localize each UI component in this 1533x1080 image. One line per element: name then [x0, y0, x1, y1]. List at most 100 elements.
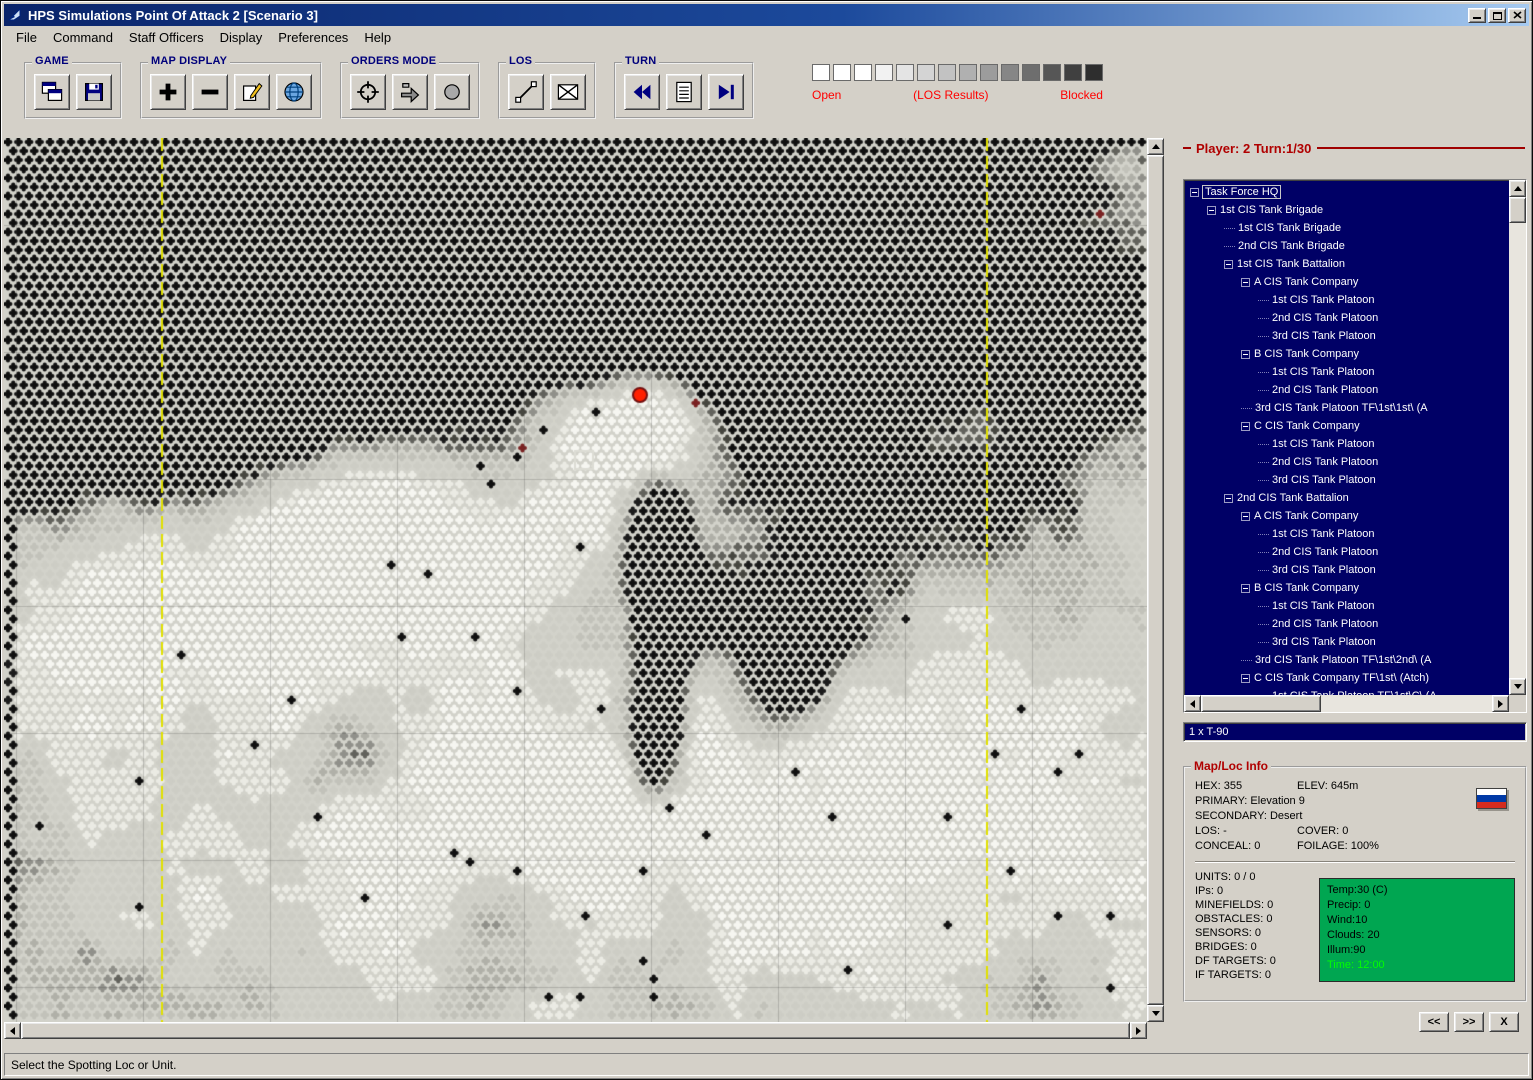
expand-toggle-icon[interactable] [1241, 350, 1250, 359]
toolbar-group-map-display: MAP DISPLAY [140, 62, 322, 119]
expand-toggle-icon[interactable] [1241, 422, 1250, 431]
tree-item[interactable]: 3rd CIS Tank Platoon [1184, 471, 1509, 489]
app-icon [7, 7, 23, 23]
tree-item[interactable]: Task Force HQ [1184, 183, 1509, 201]
save-button[interactable] [76, 74, 112, 110]
expand-toggle-icon[interactable] [1241, 674, 1250, 683]
map-vertical-scrollbar[interactable] [1147, 138, 1164, 1022]
tree-item[interactable]: B CIS Tank Company [1184, 345, 1509, 363]
expand-toggle-icon[interactable] [1241, 584, 1250, 593]
tree-item[interactable]: B CIS Tank Company [1184, 579, 1509, 597]
scroll-left-button[interactable] [4, 1022, 21, 1039]
tree-item[interactable]: 3rd CIS Tank Platoon TF\1st\1st\ (A [1184, 399, 1509, 417]
tree-vertical-scrollbar[interactable] [1509, 180, 1526, 695]
tree-item[interactable]: 1st CIS Tank Platoon [1184, 435, 1509, 453]
prev-unit-button[interactable]: << [1419, 1012, 1449, 1032]
tree-item[interactable]: 3rd CIS Tank Platoon [1184, 561, 1509, 579]
tree-item[interactable]: 2nd CIS Tank Platoon [1184, 615, 1509, 633]
loc-stat: UNITS: 0 / 0 [1195, 870, 1319, 884]
next-unit-button[interactable]: >> [1454, 1012, 1484, 1032]
tree-item[interactable]: 1st CIS Tank Brigade [1184, 219, 1509, 237]
target-order-button[interactable] [350, 74, 386, 110]
tree-scroll-right-button[interactable] [1492, 695, 1509, 712]
expand-toggle-icon[interactable] [1224, 260, 1233, 269]
los-line-button[interactable] [508, 74, 544, 110]
tree-item[interactable]: C CIS Tank Company [1184, 417, 1509, 435]
tree-item[interactable]: A CIS Tank Company [1184, 507, 1509, 525]
tree-item[interactable]: 1st CIS Tank Platoon [1184, 597, 1509, 615]
tree-item[interactable]: 2nd CIS Tank Platoon [1184, 309, 1509, 327]
tree-item[interactable]: 2nd CIS Tank Brigade [1184, 237, 1509, 255]
tree-item[interactable]: 2nd CIS Tank Platoon [1184, 381, 1509, 399]
expand-toggle-icon[interactable] [1224, 494, 1233, 503]
tree-item[interactable]: 1st CIS Tank Battalion [1184, 255, 1509, 273]
tree-item[interactable]: 2nd CIS Tank Platoon [1184, 453, 1509, 471]
title-bar: HPS Simulations Point Of Attack 2 [Scena… [4, 4, 1529, 26]
tree-horizontal-scrollbar[interactable] [1184, 695, 1509, 712]
maximize-button[interactable] [1488, 8, 1506, 23]
legend-swatch [980, 64, 998, 81]
los-legend-swatches [812, 64, 1103, 81]
tree-hscroll-thumb[interactable] [1201, 695, 1321, 712]
tree-item[interactable]: 1st CIS Tank Brigade [1184, 201, 1509, 219]
elev-value: ELEV: 645m [1297, 780, 1358, 795]
tree-item[interactable]: 3rd CIS Tank Platoon [1184, 327, 1509, 345]
tree-vscroll-thumb[interactable] [1509, 197, 1526, 223]
tree-item[interactable]: 1st CIS Tank Platoon [1184, 363, 1509, 381]
expand-toggle-icon[interactable] [1190, 188, 1199, 197]
menu-file[interactable]: File [8, 27, 45, 48]
tree-vscroll-track[interactable] [1509, 223, 1526, 678]
menu-staff-officers[interactable]: Staff Officers [121, 27, 212, 48]
tree-scroll-up-button[interactable] [1509, 180, 1526, 197]
close-button[interactable] [1508, 8, 1526, 23]
tree-item[interactable]: 1st CIS Tank Platoon TF\1st\C\ (A [1184, 687, 1509, 695]
world-view-button[interactable] [276, 74, 312, 110]
tree-item[interactable]: 3rd CIS Tank Platoon [1184, 633, 1509, 651]
tree-item[interactable]: C CIS Tank Company TF\1st\ (Atch) [1184, 669, 1509, 687]
tree-item-label: 2nd CIS Tank Battalion [1237, 492, 1349, 504]
zoom-in-button[interactable] [150, 74, 186, 110]
map-hscroll-thumb[interactable] [21, 1022, 1130, 1039]
zoom-out-button[interactable] [192, 74, 228, 110]
tree-item[interactable]: A CIS Tank Company [1184, 273, 1509, 291]
tree-item[interactable]: 2nd CIS Tank Battalion [1184, 489, 1509, 507]
tree-item[interactable]: 3rd CIS Tank Platoon TF\1st\2nd\ (A [1184, 651, 1509, 669]
map-vscroll-thumb[interactable] [1147, 155, 1164, 1005]
loc-stat: OBSTACLES: 0 [1195, 912, 1319, 926]
tree-scroll-down-button[interactable] [1509, 678, 1526, 695]
minimize-button[interactable] [1468, 8, 1486, 23]
tree-item-label: 2nd CIS Tank Platoon [1272, 546, 1378, 558]
new-scenario-icon [40, 80, 64, 104]
legend-swatch [833, 64, 851, 81]
expand-toggle-icon[interactable] [1241, 512, 1250, 521]
menu-help[interactable]: Help [356, 27, 399, 48]
tree-hscroll-track[interactable] [1321, 695, 1492, 712]
group-label: TURN [622, 55, 659, 67]
close-panel-button[interactable]: X [1489, 1012, 1519, 1032]
expand-toggle-icon[interactable] [1207, 206, 1216, 215]
new-scenario-button[interactable] [34, 74, 70, 110]
menu-preferences[interactable]: Preferences [270, 27, 356, 48]
tree-scroll-left-button[interactable] [1184, 695, 1201, 712]
los-block-button[interactable] [550, 74, 586, 110]
next-turn-button[interactable] [708, 74, 744, 110]
hex-map[interactable] [4, 138, 1147, 1022]
tree-item[interactable]: 2nd CIS Tank Platoon [1184, 543, 1509, 561]
area-order-button[interactable] [434, 74, 470, 110]
map-horizontal-scrollbar[interactable] [4, 1022, 1147, 1039]
tree-item[interactable]: 1st CIS Tank Platoon [1184, 525, 1509, 543]
menu-display[interactable]: Display [212, 27, 271, 48]
legend-swatch [1085, 64, 1103, 81]
area-icon [440, 80, 464, 104]
edit-map-button[interactable] [234, 74, 270, 110]
scroll-up-button[interactable] [1147, 138, 1164, 155]
rewind-turn-button[interactable] [624, 74, 660, 110]
scroll-right-button[interactable] [1130, 1022, 1147, 1039]
expand-toggle-icon[interactable] [1241, 278, 1250, 287]
tree-item[interactable]: 1st CIS Tank Platoon [1184, 291, 1509, 309]
turn-report-button[interactable] [666, 74, 702, 110]
menu-command[interactable]: Command [45, 27, 121, 48]
report-icon [672, 80, 696, 104]
scroll-down-button[interactable] [1147, 1005, 1164, 1022]
move-order-button[interactable] [392, 74, 428, 110]
